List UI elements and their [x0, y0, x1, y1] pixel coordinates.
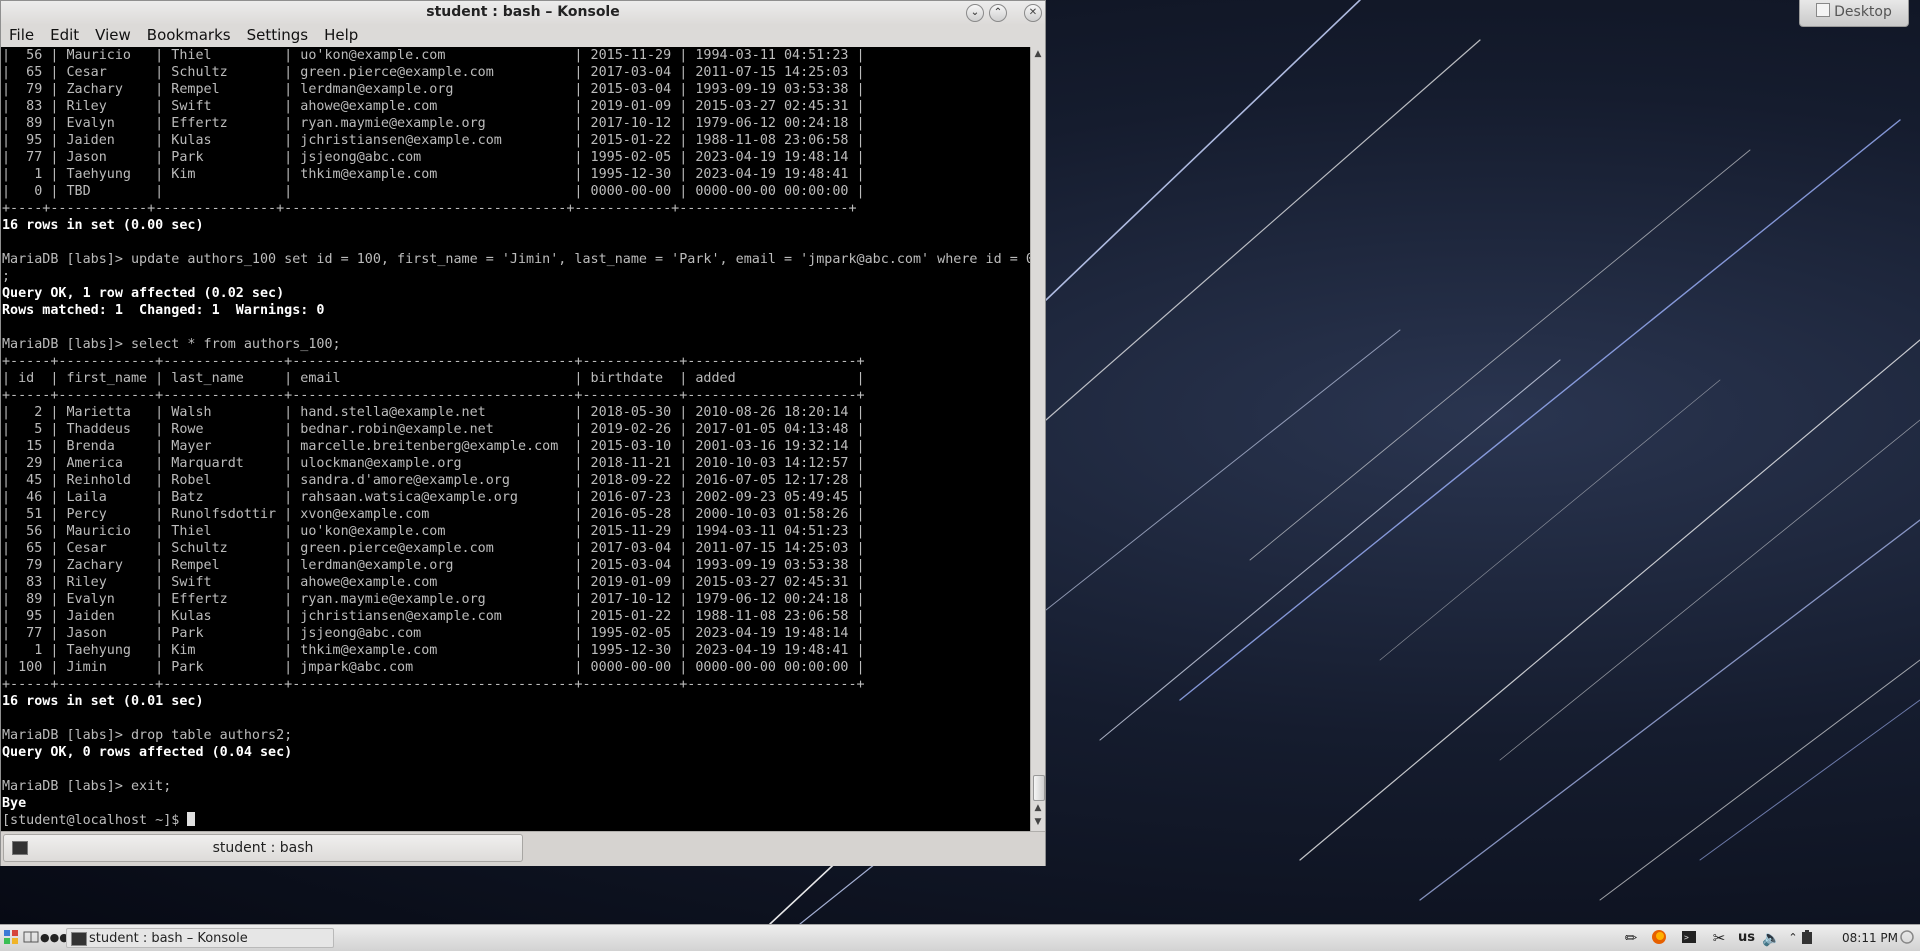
terminal-line: | 95 | Jaiden | Kulas | jchristiansen@ex…: [2, 133, 865, 148]
terminal-line: MariaDB [labs]> drop table authors2;: [2, 728, 293, 743]
keyboard-layout[interactable]: us: [1738, 928, 1755, 948]
menu-settings[interactable]: Settings: [239, 25, 317, 46]
terminal-line: Bye: [2, 796, 27, 811]
terminal-line: | 65 | Cesar | Schultz | green.pierce@ex…: [2, 65, 865, 80]
terminal-line: | 51 | Percy | Runolfsdottir | xvon@exam…: [2, 507, 865, 522]
battery-icon[interactable]: [1798, 929, 1816, 947]
scrollbar-thumb[interactable]: [1033, 775, 1045, 801]
terminal-line: | 0 | TBD | | | 0000-00-00 | 0000-00-00 …: [2, 184, 865, 199]
tab-bar: student : bash: [1, 831, 1045, 866]
terminal-icon: [71, 932, 87, 946]
terminal-line: ;: [2, 269, 11, 284]
firefox-icon[interactable]: [1650, 929, 1668, 947]
terminal-line: | 29 | America | Marquardt | ulockman@ex…: [2, 456, 865, 471]
terminal-line: 16 rows in set (0.00 sec): [2, 218, 204, 233]
terminal-line: Query OK, 1 row affected (0.02 sec): [2, 286, 285, 301]
menu-edit[interactable]: Edit: [42, 25, 87, 46]
terminal-scrollbar[interactable]: ▲ ▲ ▼: [1030, 47, 1045, 831]
clock[interactable]: 08:11 PM: [1842, 928, 1898, 948]
menu-bookmarks[interactable]: Bookmarks: [139, 25, 239, 46]
menu-file[interactable]: File: [1, 25, 42, 46]
terminal-line: | 15 | Brenda | Mayer | marcelle.breiten…: [2, 439, 865, 454]
konsole-window: student : bash – Konsole ⌄ ⌃ ✕ File Edit V…: [0, 0, 1046, 866]
taskbar: ●●● student : bash – Konsole ✏ > ✂ us 🔈 …: [0, 924, 1920, 951]
terminal-text: | 56 | Mauricio | Thiel | uo'kon@example…: [1, 47, 1030, 829]
volume-icon[interactable]: 🔈: [1762, 929, 1781, 947]
menu-bar: File Edit View Bookmarks Settings Help: [1, 25, 1045, 47]
terminal-line: +-----+------------+---------------+----…: [2, 388, 865, 403]
terminal-line: MariaDB [labs]> select * from authors_10…: [2, 337, 341, 352]
terminal-line: Rows matched: 1 Changed: 1 Warnings: 0: [2, 303, 325, 318]
desktop-button[interactable]: Desktop: [1799, 0, 1909, 27]
window-titlebar[interactable]: student : bash – Konsole ⌄ ⌃ ✕: [1, 1, 1045, 25]
terminal-line: | 83 | Riley | Swift | ahowe@example.com…: [2, 575, 865, 590]
desktop-icon: [1816, 3, 1831, 17]
system-menu-icon[interactable]: [1898, 929, 1916, 947]
terminal-line: | 77 | Jason | Park | jsjeong@abc.com | …: [2, 150, 865, 165]
text-cursor: [187, 812, 196, 826]
scroll-up-icon[interactable]: ▲: [1031, 801, 1045, 815]
terminal-line: 16 rows in set (0.01 sec): [2, 694, 204, 709]
terminal-line: | 1 | Taehyung | Kim | thkim@example.com…: [2, 167, 865, 182]
menu-view[interactable]: View: [87, 25, 139, 46]
terminal-line: | 65 | Cesar | Schultz | green.pierce@ex…: [2, 541, 865, 556]
terminal-line: | 45 | Reinhold | Robel | sandra.d'amore…: [2, 473, 865, 488]
terminal-line: | 56 | Mauricio | Thiel | uo'kon@example…: [2, 48, 865, 63]
terminal-line: | 79 | Zachary | Rempel | lerdman@exampl…: [2, 82, 865, 97]
menu-help[interactable]: Help: [316, 25, 366, 46]
scroll-up-icon[interactable]: ▲: [1031, 47, 1045, 61]
terminal-line: MariaDB [labs]> update authors_100 set i…: [2, 252, 1030, 267]
shell-prompt: [student@localhost ~]$: [2, 813, 188, 828]
terminal-line: | 77 | Jason | Park | jsjeong@abc.com | …: [2, 626, 865, 641]
terminal-icon[interactable]: >: [1680, 929, 1698, 947]
terminal-line: +-----+------------+---------------+----…: [2, 677, 865, 692]
terminal-line: | 46 | Laila | Batz | rahsaan.watsica@ex…: [2, 490, 865, 505]
terminal-line: | 95 | Jaiden | Kulas | jchristiansen@ex…: [2, 609, 865, 624]
minimize-icon[interactable]: ⌄: [966, 4, 984, 22]
terminal-line: | 1 | Taehyung | Kim | thkim@example.com…: [2, 643, 865, 658]
terminal-line: | id | first_name | last_name | email | …: [2, 371, 865, 386]
terminal-line: | 5 | Thaddeus | Rowe | bednar.robin@exa…: [2, 422, 865, 437]
scissors-icon[interactable]: ✂: [1710, 929, 1728, 947]
terminal-icon: [12, 841, 28, 855]
more-icon[interactable]: ●●●: [40, 929, 69, 947]
terminal-line: | 56 | Mauricio | Thiel | uo'kon@example…: [2, 524, 865, 539]
pager-icon[interactable]: [22, 929, 40, 947]
terminal-line: +----+------------+---------------+-----…: [2, 201, 857, 216]
close-icon[interactable]: ✕: [1024, 4, 1042, 22]
terminal-line: | 83 | Riley | Swift | ahowe@example.com…: [2, 99, 865, 114]
scroll-down-icon[interactable]: ▼: [1031, 815, 1045, 829]
pen-icon[interactable]: ✏: [1622, 929, 1640, 947]
terminal-line: | 100 | Jimin | Park | jmpark@abc.com | …: [2, 660, 865, 675]
terminal-output[interactable]: | 56 | Mauricio | Thiel | uo'kon@example…: [1, 47, 1030, 831]
terminal-line: | 79 | Zachary | Rempel | lerdman@exampl…: [2, 558, 865, 573]
maximize-icon[interactable]: ⌃: [989, 4, 1007, 22]
taskbar-item-konsole[interactable]: student : bash – Konsole: [66, 928, 334, 948]
terminal-line: | 89 | Evalyn | Effertz | ryan.maymie@ex…: [2, 592, 865, 607]
terminal-line: +-----+------------+---------------+----…: [2, 354, 865, 369]
terminal-line: MariaDB [labs]> exit;: [2, 779, 172, 794]
kde-launcher-icon[interactable]: [2, 929, 20, 947]
tab-student-bash[interactable]: student : bash: [3, 834, 523, 862]
terminal-line: | 2 | Marietta | Walsh | hand.stella@exa…: [2, 405, 865, 420]
window-title: student : bash – Konsole: [426, 4, 620, 20]
terminal-line: Query OK, 0 rows affected (0.04 sec): [2, 745, 293, 760]
terminal-line: | 89 | Evalyn | Effertz | ryan.maymie@ex…: [2, 116, 865, 131]
svg-text:>: >: [1684, 933, 1689, 942]
